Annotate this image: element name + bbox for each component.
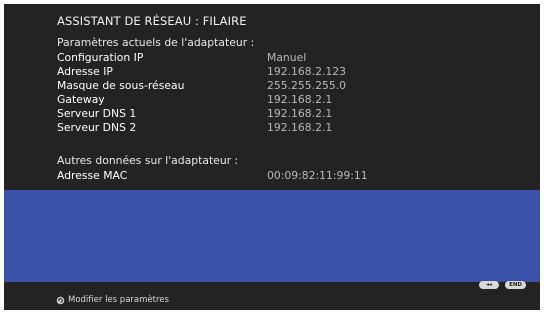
row-value: 192.168.2.1 xyxy=(267,93,333,106)
row-value: 192.168.2.123 xyxy=(267,65,346,78)
row-value: 255.255.255.0 xyxy=(267,79,346,92)
info-row-subnet-mask: Masque de sous-réseau 255.255.255.0 xyxy=(57,79,517,93)
row-label: Masque de sous-réseau xyxy=(57,79,185,92)
row-value: 192.168.2.1 xyxy=(267,107,333,120)
row-label: Adresse MAC xyxy=(57,169,128,182)
row-label: Adresse IP xyxy=(57,65,113,78)
row-label: Configuration IP xyxy=(57,51,144,64)
back-button[interactable]: ◂◂ xyxy=(479,281,500,289)
info-row-gateway: Gateway 192.168.2.1 xyxy=(57,93,517,107)
current-settings-heading: Paramètres actuels de l'adaptateur : xyxy=(57,36,255,49)
info-row-ip-config: Configuration IP Manuel xyxy=(57,51,517,65)
remote-buttons: ◂◂ END xyxy=(479,281,526,289)
row-label: Gateway xyxy=(57,93,105,106)
row-value: 00:09:82:11:99:11 xyxy=(267,169,368,182)
blue-panel xyxy=(4,190,540,282)
modify-settings-label: Modifier les paramètres xyxy=(68,295,169,305)
modify-settings-hint[interactable]: Modifier les paramètres xyxy=(56,295,169,305)
refresh-icon xyxy=(56,296,65,304)
row-value: 192.168.2.1 xyxy=(267,121,333,134)
row-label: Serveur DNS 1 xyxy=(57,107,137,120)
page-title: ASSISTANT DE RÉSEAU : FILAIRE xyxy=(57,14,247,28)
end-button[interactable]: END xyxy=(505,281,526,289)
info-row-dns-1: Serveur DNS 1 192.168.2.1 xyxy=(57,107,517,121)
network-assistant-screen: ASSISTANT DE RÉSEAU : FILAIRE Paramètres… xyxy=(4,4,540,310)
row-label: Serveur DNS 2 xyxy=(57,121,137,134)
other-data-heading: Autres données sur l'adaptateur : xyxy=(57,154,239,167)
info-row-ip-address: Adresse IP 192.168.2.123 xyxy=(57,65,517,79)
info-row-dns-2: Serveur DNS 2 192.168.2.1 xyxy=(57,121,517,135)
row-value: Manuel xyxy=(267,51,307,64)
info-row-mac-address: Adresse MAC 00:09:82:11:99:11 xyxy=(57,169,517,183)
